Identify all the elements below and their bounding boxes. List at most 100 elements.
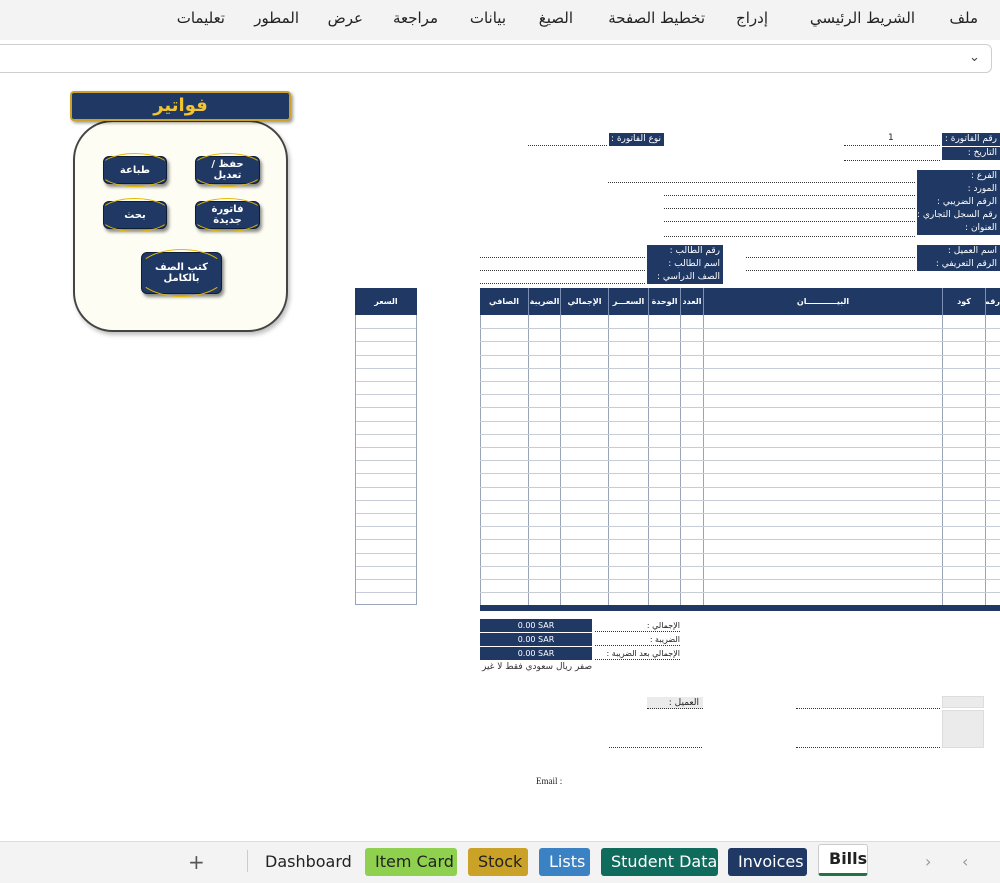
price-row [356,394,416,396]
price-row [356,381,416,382]
stamp-box-top [942,696,984,708]
price-row [356,486,416,488]
supplier-line [664,195,915,196]
grade-line [480,283,645,284]
student-no-label: رقم الطالب : [647,245,723,258]
invoice-no-line [844,145,940,146]
menu-page-layout[interactable]: تخطيط الصفحة [608,9,705,27]
total-value: 0.00 SAR [480,619,592,632]
col-net: الصافي [489,297,519,306]
table-row [480,486,1000,488]
price-row [356,328,416,330]
tab-bills[interactable]: Bills [818,844,868,876]
table-row [480,367,1000,369]
table-row [480,513,1000,514]
search-button[interactable]: بحث [98,198,172,232]
table-row [480,447,1000,448]
price-row [356,341,416,343]
customer-name-line [746,257,915,258]
invoice-no-label: رقم الفاتورة : [942,133,1000,146]
menu-insert[interactable]: إدراج [736,9,768,27]
add-sheet-icon[interactable]: + [178,848,215,876]
branch-line [608,182,915,183]
chevron-down-icon[interactable]: ⌄ [969,50,983,65]
tax-no-label: الرقم الضريبي : [917,196,1000,209]
menu-help[interactable]: تعليمات [177,9,225,27]
col-tax: الضريبة [528,288,560,315]
items-table-body[interactable] [480,315,1000,605]
col-unit: الوحدة [648,288,680,315]
price-row [356,354,416,356]
table-row [480,460,1000,462]
table-row [480,354,1000,356]
tab-lists[interactable]: Lists [539,848,590,876]
formula-bar[interactable]: ⌄ [0,44,992,73]
supplier-label: المورد : [917,183,1000,196]
tab-student-data[interactable]: Student Data [601,848,718,876]
menu-review[interactable]: مراجعة [393,9,438,27]
grand-total-value: 0.00 SAR [480,647,592,660]
branch-label: الفرع : [917,170,1000,183]
grand-total-label: الإجمالي بعد الضريبة : [595,647,680,660]
price-row [356,460,416,462]
table-row [480,473,1000,475]
menu-formulas[interactable]: الصيغ [539,9,573,27]
items-table-header: رقم كود البيـــــــــــان العدد الوحدة ا… [480,288,1000,315]
table-row [480,579,1000,580]
tax-label: الضريبة : [595,633,680,646]
menu-developer[interactable]: المطور [254,9,299,27]
tax-no-line [664,208,915,209]
address-line [664,236,915,237]
table-row [480,565,1000,567]
table-row [480,552,1000,554]
menu-file[interactable]: ملف [949,9,978,27]
new-invoice-button[interactable]: فاتورة جديدة [190,198,265,232]
grade-label: الصف الدراسي : [647,271,723,284]
email-label: Email : [536,776,563,786]
table-row [480,592,1000,594]
col-total: الإجمالي [560,288,608,315]
table-row [480,526,1000,528]
date-line [844,160,940,161]
col-number: رقم [985,288,1000,315]
col-price: السعـــر [608,288,648,315]
price-row [356,447,416,448]
class-book-button[interactable]: كتب الصف بالكامل [136,249,227,297]
total-label: الإجمالي : [595,619,680,632]
customer-name-label: اسم العميل : [917,245,1000,258]
price-row [356,526,416,528]
ribbon-menu: ملف الشريط الرئيسي إدراج تخطيط الصفحة ال… [0,0,1000,40]
price-row [356,579,416,580]
tab-dashboard[interactable]: Dashboard [255,848,362,876]
price-column-body[interactable] [355,315,417,605]
table-row [480,394,1000,396]
signature-line-1 [609,747,702,748]
items-table-footer [480,605,1000,611]
table-row [480,328,1000,330]
chevron-right-icon[interactable]: › [925,852,931,871]
tab-item-card[interactable]: Item Card [365,848,457,876]
table-row [480,381,1000,382]
tab-invoices[interactable]: Invoices [728,848,807,876]
chevron-left-icon[interactable]: ‹ [962,852,968,871]
print-button[interactable]: طباعة [98,153,172,187]
student-name-label: اسم الطالب : [647,258,723,271]
address-label: العنوان : [917,222,1000,235]
id-no-label: الرقم التعريفي : [917,258,1000,271]
tab-stock[interactable]: Stock [468,848,528,876]
menu-view[interactable]: عرض [328,9,363,27]
menu-data[interactable]: بيانات [470,9,506,27]
customer-sign-line [796,708,940,709]
stamp-box [942,710,984,748]
save-button[interactable]: حفظ / تعديل [190,153,265,187]
price-row [356,407,416,409]
student-name-line [480,270,645,271]
col-quantity: العدد [680,288,703,315]
tax-value: 0.00 SAR [480,633,592,646]
panel-title: فواتير [70,91,291,121]
table-row [480,539,1000,541]
price-row [356,473,416,475]
student-no-line [480,257,645,258]
invoice-type-line [528,145,607,146]
menu-home[interactable]: الشريط الرئيسي [810,9,915,27]
